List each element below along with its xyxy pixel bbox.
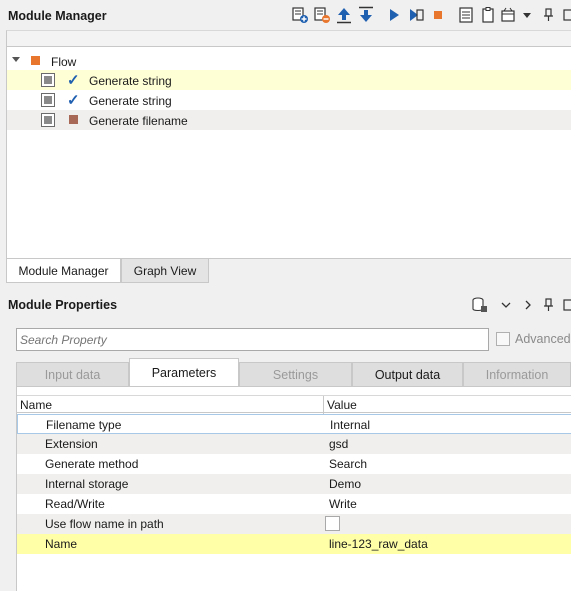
- tab-information[interactable]: Information: [463, 362, 571, 386]
- list-icon[interactable]: [457, 6, 475, 24]
- property-row[interactable]: Generate method Search: [17, 454, 571, 474]
- search-input[interactable]: [17, 329, 488, 350]
- tab-parameters[interactable]: Parameters: [129, 358, 239, 386]
- advanced-label: Advanced: [515, 332, 571, 346]
- advanced-checkbox[interactable]: [496, 332, 510, 346]
- module-manager-header: Module Manager: [0, 0, 571, 30]
- property-row[interactable]: Read/Write Write: [17, 494, 571, 514]
- property-value[interactable]: Internal: [330, 418, 370, 432]
- module-tree: Flow ✓ Generate string ✓ Generate string…: [6, 46, 571, 258]
- run-icon[interactable]: [385, 6, 403, 24]
- tab-settings[interactable]: Settings: [239, 362, 352, 386]
- column-header-name[interactable]: Name: [20, 398, 52, 412]
- tree-item[interactable]: ✓ Generate string: [7, 70, 571, 90]
- tab-graph-view[interactable]: Graph View: [121, 259, 209, 283]
- property-value[interactable]: Demo: [329, 477, 361, 491]
- property-grid: Name Value Filename type Internal Extens…: [16, 386, 571, 591]
- check-icon: ✓: [67, 72, 80, 89]
- property-row[interactable]: Extension gsd: [17, 434, 571, 454]
- maximize-icon[interactable]: [562, 296, 571, 314]
- pin-icon[interactable]: [540, 6, 558, 24]
- tree-item-label: Generate string: [89, 74, 172, 88]
- move-up-icon[interactable]: [335, 6, 353, 24]
- column-header-value[interactable]: Value: [327, 398, 357, 412]
- property-name: Filename type: [46, 418, 122, 432]
- pending-status-icon: [69, 115, 78, 124]
- tree-item[interactable]: Generate filename: [7, 110, 571, 130]
- column-divider[interactable]: [323, 396, 324, 414]
- tab-input-data[interactable]: Input data: [16, 362, 129, 386]
- property-name: Read/Write: [45, 497, 105, 511]
- property-row[interactable]: Internal storage Demo: [17, 474, 571, 494]
- property-name: Generate method: [45, 457, 139, 471]
- property-name: Use flow name in path: [45, 517, 164, 531]
- clipboard-icon[interactable]: [479, 6, 497, 24]
- tree-root-flow[interactable]: Flow: [7, 51, 571, 71]
- move-down-icon[interactable]: [357, 6, 375, 24]
- property-value[interactable]: Search: [329, 457, 367, 471]
- chevron-down-icon[interactable]: [12, 57, 20, 62]
- property-name: Name: [45, 537, 78, 551]
- property-row[interactable]: Use flow name in path: [17, 514, 571, 534]
- maximize-icon[interactable]: [562, 6, 571, 24]
- property-row[interactable]: Filename type Internal: [17, 414, 571, 434]
- property-value[interactable]: gsd: [329, 437, 348, 451]
- remove-module-icon[interactable]: [313, 6, 331, 24]
- module-manager-tabbar: Module Manager Graph View: [6, 258, 571, 283]
- property-name: Internal storage: [45, 477, 129, 491]
- chevron-down-icon[interactable]: [497, 296, 515, 314]
- grid-header: Name Value: [17, 395, 571, 414]
- property-name: Extension: [45, 437, 98, 451]
- module-icon: [41, 93, 55, 107]
- check-icon: ✓: [67, 92, 80, 109]
- step-run-icon[interactable]: [407, 6, 425, 24]
- database-icon[interactable]: [470, 296, 488, 314]
- tree-root-label: Flow: [51, 55, 77, 69]
- use-flow-name-checkbox[interactable]: [325, 516, 340, 531]
- stop-icon[interactable]: [429, 6, 447, 24]
- property-value[interactable]: Write: [329, 497, 357, 511]
- search-property-field[interactable]: [16, 328, 489, 351]
- property-value[interactable]: line-123_raw_data: [329, 537, 428, 551]
- tree-toolbar-strip: [6, 30, 571, 46]
- chevron-down-icon[interactable]: [518, 6, 536, 24]
- module-properties-title: Module Properties: [8, 298, 118, 312]
- add-module-icon[interactable]: [291, 6, 309, 24]
- flow-icon: [31, 56, 40, 65]
- tree-item[interactable]: ✓ Generate string: [7, 90, 571, 110]
- chevron-right-icon[interactable]: [519, 296, 537, 314]
- module-manager-title: Module Manager: [8, 9, 107, 23]
- tree-item-label: Generate filename: [89, 114, 188, 128]
- window-menu-icon[interactable]: [500, 6, 518, 24]
- tree-item-label: Generate string: [89, 94, 172, 108]
- module-icon: [41, 113, 55, 127]
- tab-output-data[interactable]: Output data: [352, 362, 463, 386]
- pin-icon[interactable]: [540, 296, 558, 314]
- tab-module-manager[interactable]: Module Manager: [6, 259, 121, 283]
- property-row[interactable]: Name line-123_raw_data: [17, 534, 571, 554]
- module-icon: [41, 73, 55, 87]
